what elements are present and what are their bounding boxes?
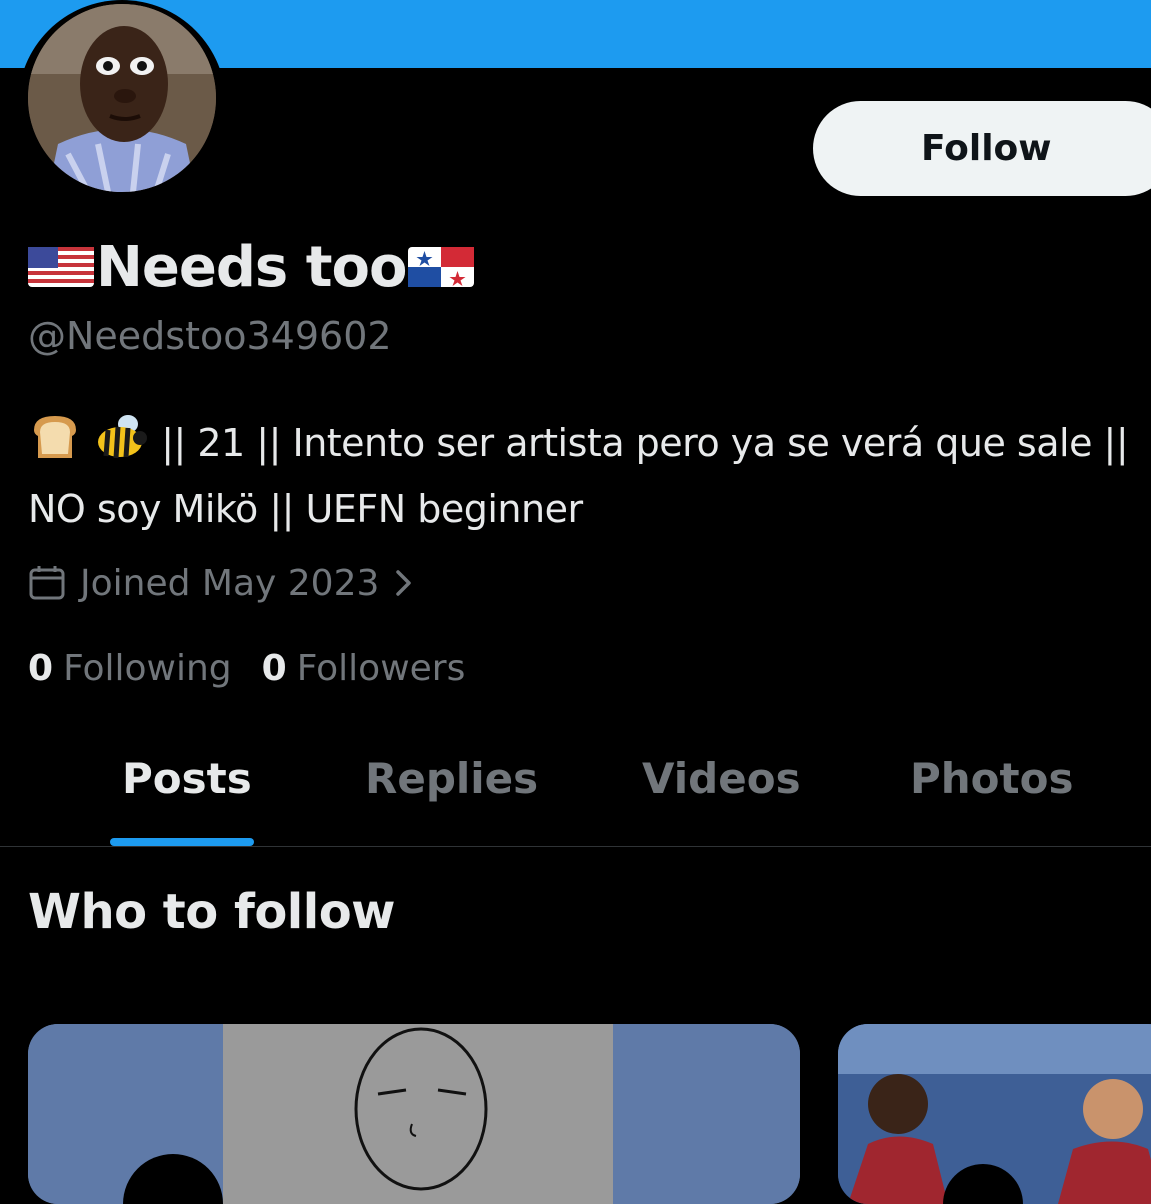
who-to-follow-title: Who to follow [28,884,396,940]
tab-posts[interactable]: Posts [122,754,252,803]
bio-line-1-text: || 21 || Intento ser artista pero ya se … [161,421,1129,465]
follow-button-label: Follow [921,128,1052,169]
profile-bio: || 21 || Intento ser artista pero ya se … [28,412,1148,539]
followers-label: Followers [296,647,466,689]
bio-line-2: NO soy Mikö || UEFN beginner [28,487,583,531]
profile-handle: @Needstoo349602 [28,314,392,358]
following-count: 0 [28,647,54,689]
bio-line-1: || 21 || Intento ser artista pero ya se … [28,412,1148,479]
joined-text: Joined May 2023 [80,562,380,604]
active-tab-indicator [110,838,254,846]
bee-icon [94,412,150,479]
profile-tabs: Posts Replies Videos Photos [0,730,1151,847]
tab-videos[interactable]: Videos [642,754,801,803]
bread-icon [28,412,82,479]
profile-stats: 0 Following 0 Followers [28,642,495,694]
followers-count: 0 [261,647,287,689]
display-name: Needs too [96,234,407,300]
us-flag-icon [28,247,94,287]
followers-stat[interactable]: 0 Followers [262,648,466,689]
calendar-icon [28,564,66,602]
tab-replies[interactable]: Replies [365,754,538,803]
tab-photos[interactable]: Photos [910,754,1073,803]
suggestion-card[interactable] [838,1024,1151,1204]
avatar[interactable] [28,4,216,192]
joined-date[interactable]: Joined May 2023 [28,558,413,608]
following-label: Following [63,647,232,689]
profile-name-row: Needs too [28,232,475,302]
chevron-right-icon [395,569,413,597]
follow-button[interactable]: Follow [813,101,1151,196]
panama-flag-icon [408,247,475,287]
suggestion-card[interactable] [28,1024,800,1204]
following-stat[interactable]: 0 Following [28,648,232,689]
